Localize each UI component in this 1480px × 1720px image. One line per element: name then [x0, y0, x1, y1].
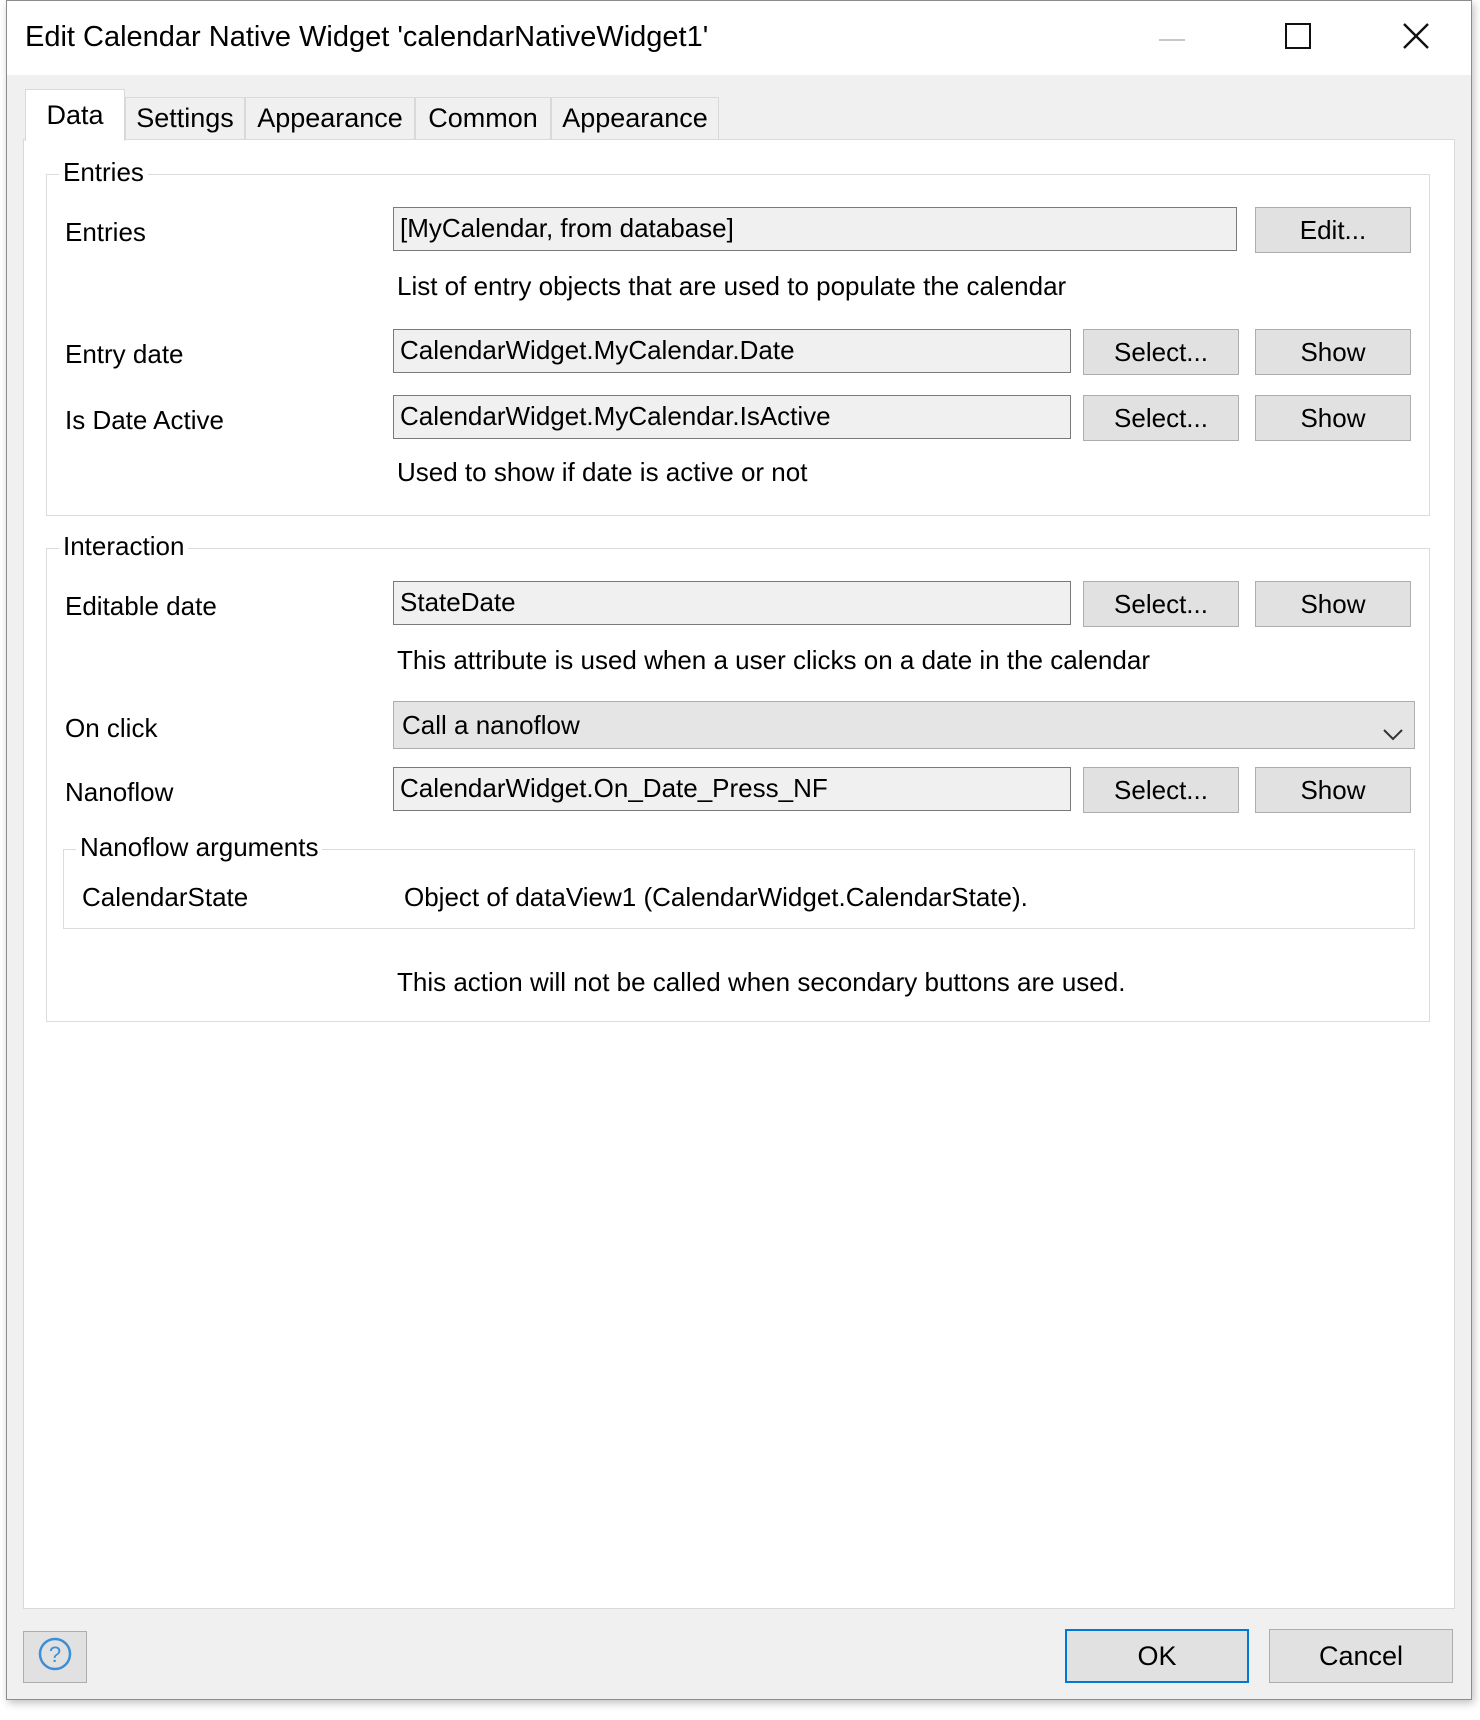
tab-panel-data: Entries Entries [MyCalendar, from databa… — [23, 139, 1455, 1609]
close-button[interactable] — [1361, 1, 1471, 75]
entry-date-field[interactable]: CalendarWidget.MyCalendar.Date — [393, 329, 1071, 373]
svg-text:?: ? — [49, 1642, 61, 1667]
editable-date-show-button[interactable]: Show — [1255, 581, 1411, 627]
is-date-active-field[interactable]: CalendarWidget.MyCalendar.IsActive — [393, 395, 1071, 439]
nanoflow-label: Nanoflow — [65, 777, 174, 807]
nanoflow-field[interactable]: CalendarWidget.On_Date_Press_NF — [393, 767, 1071, 811]
maximize-button[interactable] — [1243, 1, 1353, 75]
tab-settings[interactable]: Settings — [125, 97, 245, 139]
entry-date-select-button[interactable]: Select... — [1083, 329, 1239, 375]
entries-edit-button[interactable]: Edit... — [1255, 207, 1411, 253]
cancel-button[interactable]: Cancel — [1269, 1629, 1453, 1683]
question-circle-icon: ? — [37, 1636, 73, 1679]
editable-date-field[interactable]: StateDate — [393, 581, 1071, 625]
help-button[interactable]: ? — [23, 1631, 87, 1683]
window-title: Edit Calendar Native Widget 'calendarNat… — [25, 21, 709, 53]
entries-label: Entries — [65, 217, 146, 247]
entries-help-text: List of entry objects that are used to p… — [397, 271, 1067, 301]
title-bar: Edit Calendar Native Widget 'calendarNat… — [7, 1, 1471, 75]
entries-legend: Entries — [59, 157, 148, 188]
entry-date-label: Entry date — [65, 339, 184, 369]
tab-common[interactable]: Common — [415, 97, 551, 139]
close-icon — [1402, 22, 1430, 55]
minimize-icon — [1159, 29, 1185, 47]
is-date-active-help-text: Used to show if date is active or not — [397, 457, 808, 487]
entry-date-show-button[interactable]: Show — [1255, 329, 1411, 375]
is-date-active-label: Is Date Active — [65, 405, 224, 435]
nanoflow-show-button[interactable]: Show — [1255, 767, 1411, 813]
interaction-legend: Interaction — [59, 531, 189, 562]
nanoflow-select-button[interactable]: Select... — [1083, 767, 1239, 813]
editable-date-help-text: This attribute is used when a user click… — [397, 645, 1150, 675]
tab-label: Data — [46, 100, 104, 130]
tab-label: Appearance — [257, 103, 403, 133]
tab-label: Common — [428, 103, 538, 133]
tab-appearance-2[interactable]: Appearance — [551, 97, 719, 139]
entries-field[interactable]: [MyCalendar, from database] — [393, 207, 1237, 251]
interaction-group: Interaction Editable date StateDate Sele… — [46, 531, 1430, 1022]
editable-date-select-button[interactable]: Select... — [1083, 581, 1239, 627]
nanoflow-arguments-legend: Nanoflow arguments — [76, 832, 323, 863]
is-date-active-select-button[interactable]: Select... — [1083, 395, 1239, 441]
argument-value[interactable]: Object of dataView1 (CalendarWidget.Cale… — [404, 882, 1028, 913]
ok-button[interactable]: OK — [1065, 1629, 1249, 1683]
tab-label: Appearance — [562, 103, 708, 133]
tab-label: Settings — [136, 103, 234, 133]
interaction-note: This action will not be called when seco… — [397, 967, 1126, 997]
is-date-active-show-button[interactable]: Show — [1255, 395, 1411, 441]
nanoflow-arguments-group: Nanoflow arguments CalendarState Object … — [63, 832, 1415, 929]
tab-data[interactable]: Data — [25, 89, 125, 141]
on-click-dropdown[interactable]: Call a nanoflow — [393, 701, 1415, 749]
editable-date-label: Editable date — [65, 591, 217, 621]
on-click-value: Call a nanoflow — [402, 710, 580, 740]
argument-name: CalendarState — [82, 882, 249, 912]
entries-group: Entries Entries [MyCalendar, from databa… — [46, 157, 1430, 516]
dialog-window: Edit Calendar Native Widget 'calendarNat… — [6, 0, 1472, 1700]
chevron-down-icon — [1382, 716, 1404, 750]
tab-appearance[interactable]: Appearance — [245, 97, 415, 139]
minimize-button[interactable] — [1117, 1, 1227, 75]
on-click-label: On click — [65, 713, 158, 743]
maximize-icon — [1285, 22, 1311, 54]
